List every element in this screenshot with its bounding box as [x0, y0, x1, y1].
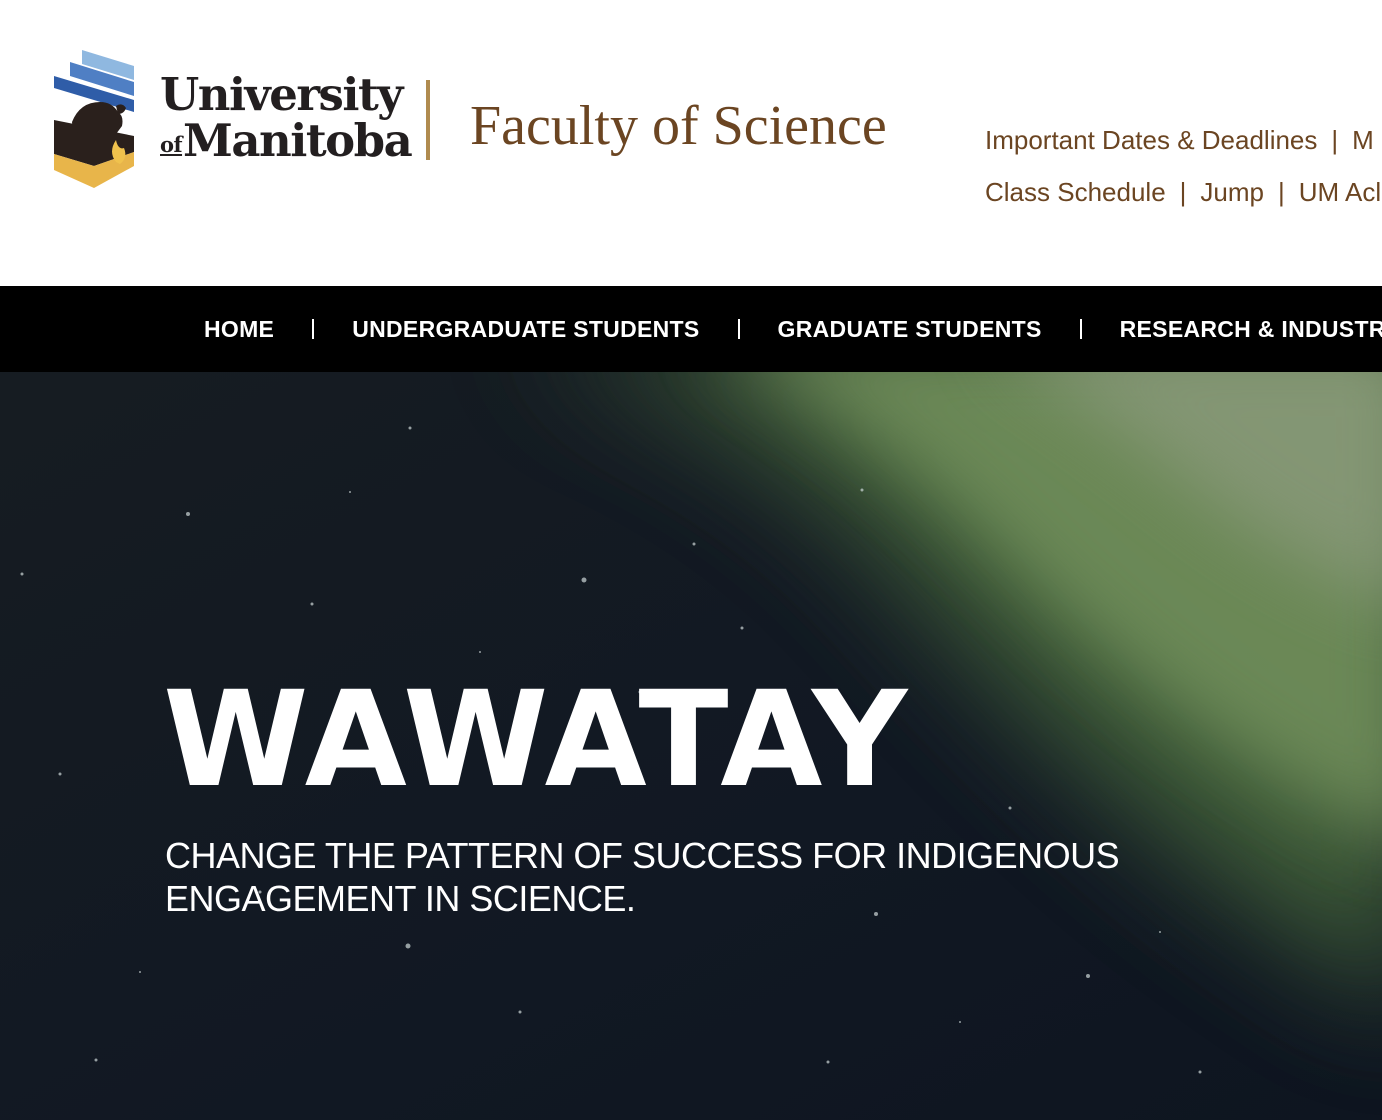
site-header: University ofManitoba Faculty of Science… — [0, 0, 1382, 286]
quick-link-um-academic[interactable]: UM Acl — [1299, 177, 1381, 207]
nav-separator — [1079, 319, 1082, 339]
hero-title: WAWATAY — [163, 663, 910, 817]
faculty-title-link[interactable]: Faculty of Science — [470, 98, 887, 154]
nav-item-undergraduate-students[interactable]: UNDERGRADUATE STUDENTS — [352, 316, 699, 343]
university-wordmark: University ofManitoba — [160, 68, 413, 163]
quick-link-jump[interactable]: Jump — [1200, 177, 1264, 207]
nav-separator — [312, 319, 315, 339]
nav-item-research-industry[interactable]: RESEARCH & INDUSTRY — [1120, 316, 1382, 343]
quick-links-row-2: Class Schedule | Jump | UM Acl — [985, 174, 1381, 226]
quick-link-separator: | — [1331, 125, 1339, 155]
nav-item-home[interactable]: HOME — [204, 316, 274, 343]
quick-link-truncated-m[interactable]: M — [1352, 125, 1374, 155]
university-name-line2: ofManitoba — [160, 118, 413, 163]
university-name-line1: University — [160, 68, 403, 121]
university-name-manitoba: Manitoba — [183, 114, 413, 167]
university-crest-icon — [54, 50, 134, 188]
quick-link-class-schedule[interactable]: Class Schedule — [985, 177, 1166, 207]
brand-divider — [426, 80, 430, 160]
quick-links-row-1: Important Dates & Deadlines | M — [985, 122, 1381, 174]
quick-link-separator: | — [1179, 177, 1187, 207]
university-logo-link[interactable]: University ofManitoba — [0, 0, 413, 220]
main-nav-items: HOME UNDERGRADUATE STUDENTS GRADUATE STU… — [204, 286, 1382, 372]
quick-link-separator: | — [1278, 177, 1285, 207]
main-nav: HOME UNDERGRADUATE STUDENTS GRADUATE STU… — [0, 286, 1382, 372]
nav-item-graduate-students[interactable]: GRADUATE STUDENTS — [778, 316, 1042, 343]
quick-link-important-dates[interactable]: Important Dates & Deadlines — [985, 125, 1317, 155]
quick-links: Important Dates & Deadlines | M Class Sche… — [985, 122, 1381, 226]
hero-subtitle: CHANGE THE PATTERN OF SUCCESS FOR INDIGE… — [165, 835, 1120, 919]
hero-banner: WAWATAY CHANGE THE PATTERN OF SUCCESS FO… — [0, 372, 1382, 1120]
nav-separator — [737, 319, 740, 339]
university-name-of: of — [160, 132, 183, 157]
